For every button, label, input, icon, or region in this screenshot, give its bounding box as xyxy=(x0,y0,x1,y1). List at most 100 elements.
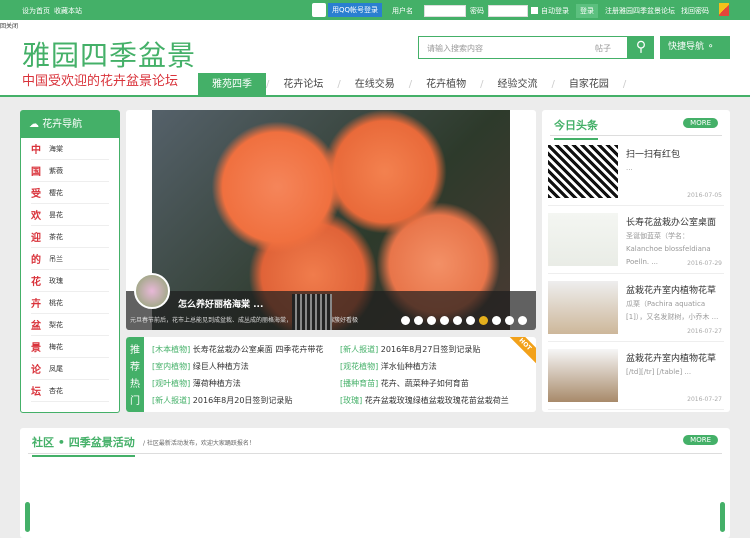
recommend-category[interactable]: [播种育苗] xyxy=(340,379,378,388)
nav-tab-forum[interactable]: 花卉论坛 xyxy=(269,73,337,96)
flower-link[interactable]: 凤尾 xyxy=(49,364,63,374)
nav-tab-plants[interactable]: 花卉植物 xyxy=(412,73,480,96)
password-input[interactable] xyxy=(488,5,528,17)
flower-link[interactable]: 樱花 xyxy=(49,188,63,198)
flower-link[interactable]: 梨花 xyxy=(49,320,63,330)
headlines-more-button[interactable]: MORE xyxy=(683,118,718,128)
flower-link[interactable]: 玫瑰 xyxy=(49,276,63,286)
recommend-category[interactable]: [室内植物] xyxy=(152,362,190,371)
auto-login-checkbox[interactable] xyxy=(531,7,538,14)
recommend-category[interactable]: [新人报道] xyxy=(340,345,378,354)
headline-item[interactable]: 扫一扫有红包... 2016-07-05 xyxy=(548,138,724,206)
flower-link[interactable]: 梅花 xyxy=(49,342,63,352)
slider-dot[interactable] xyxy=(479,316,488,325)
nav-tab-garden[interactable]: 自家花园 xyxy=(555,73,623,96)
close-link[interactable]: 回关闭 xyxy=(0,21,18,30)
slider-dot[interactable] xyxy=(466,316,475,325)
flower-nav-item[interactable]: 坛杏花 xyxy=(31,380,109,402)
headline-thumbnail[interactable] xyxy=(548,145,618,198)
recommend-item[interactable]: [室内植物] 绿巨人种植方法 xyxy=(152,361,249,372)
community-more-button[interactable]: MORE xyxy=(683,435,718,445)
username-input[interactable] xyxy=(424,5,466,17)
headline-thumbnail[interactable] xyxy=(548,213,618,266)
flower-link[interactable]: 昙花 xyxy=(49,210,63,220)
slider-dot[interactable] xyxy=(492,316,501,325)
register-link[interactable]: 注册雅园四季盆景论坛 xyxy=(605,6,675,16)
recommend-category[interactable]: [观叶植物] xyxy=(152,379,190,388)
login-button[interactable]: 登录 xyxy=(576,4,598,18)
flower-nav-item[interactable]: 花玫瑰 xyxy=(31,270,109,292)
flower-link[interactable]: 紫薇 xyxy=(49,166,63,176)
recommend-item[interactable]: [播种育苗] 花卉、蔬菜种子如何育苗 xyxy=(340,378,469,389)
recommend-title[interactable]: 2016年8月27日签到记录贴 xyxy=(381,345,481,354)
app-icon[interactable] xyxy=(719,3,729,16)
recommend-item[interactable]: [新人报道] 2016年8月27日签到记录贴 xyxy=(340,344,480,355)
flower-link[interactable]: 杏花 xyxy=(49,386,63,396)
recommend-item[interactable]: [观叶植物] 薄荷种植方法 xyxy=(152,378,241,389)
recommend-item[interactable]: [新人报道] 2016年8月20日签到记录贴 xyxy=(152,395,292,406)
flower-nav-item[interactable]: 卉桃花 xyxy=(31,292,109,314)
slider-dot[interactable] xyxy=(518,316,527,325)
flower-nav-item[interactable]: 迎茶花 xyxy=(31,226,109,248)
headline-thumbnail[interactable] xyxy=(548,281,618,334)
recommend-title[interactable]: 长寿花盆栽办公室桌面 四季花卉带花 xyxy=(193,345,324,354)
search-input[interactable]: 请输入搜索内容 帖子 xyxy=(418,36,628,59)
quick-nav-button[interactable]: 快捷导航 ⚬ xyxy=(660,36,730,59)
slide-title[interactable]: 怎么养好丽格海棠 ... xyxy=(178,297,263,310)
carousel-next-button[interactable] xyxy=(720,502,725,532)
recommend-title[interactable]: 薄荷种植方法 xyxy=(193,379,241,388)
qq-login-button[interactable]: 用QQ帐号登录 xyxy=(328,3,383,17)
recommend-item[interactable]: [观花植物] 洋水仙种植方法 xyxy=(340,361,437,372)
headline-item[interactable]: 盆栽花卉室内植物花草 瓜栗（Pachira aquatica [1]），又名发财树… xyxy=(548,274,724,342)
recommend-item[interactable]: [木本植物] 长寿花盆栽办公室桌面 四季花卉带花 xyxy=(152,344,323,355)
carousel-prev-button[interactable] xyxy=(25,502,30,532)
flower-nav-item[interactable]: 国紫薇 xyxy=(31,160,109,182)
headline-title[interactable]: 盆栽花卉室内植物花草 xyxy=(626,351,716,364)
recommend-title[interactable]: 洋水仙种植方法 xyxy=(381,362,437,371)
recommend-category[interactable]: [玫瑰] xyxy=(340,396,362,405)
recommend-category[interactable]: [木本植物] xyxy=(152,345,190,354)
headline-title[interactable]: 长寿花盆栽办公室桌面 xyxy=(626,215,716,228)
flower-link[interactable]: 海棠 xyxy=(49,144,63,154)
slider-dot[interactable] xyxy=(427,316,436,325)
flower-nav-item[interactable]: 盆梨花 xyxy=(31,314,109,336)
nav-tab-experience[interactable]: 经验交流 xyxy=(484,73,552,96)
community-title[interactable]: 社区 • 四季盆景活动 xyxy=(32,434,135,457)
slider-dot[interactable] xyxy=(505,316,514,325)
search-button[interactable]: ⚲ xyxy=(628,36,654,59)
headline-item[interactable]: 盆栽花卉室内植物花草 [/td][/tr] [/table] ... 2016-07… xyxy=(548,342,724,410)
slider-dot[interactable] xyxy=(414,316,423,325)
recommend-category[interactable]: [新人报道] xyxy=(152,396,190,405)
recommend-title[interactable]: 2016年8月20日签到记录贴 xyxy=(193,396,293,405)
nav-tab-trade[interactable]: 在线交易 xyxy=(341,73,409,96)
flower-link[interactable]: 茶花 xyxy=(49,232,63,242)
flower-nav-item[interactable]: 受樱花 xyxy=(31,182,109,204)
flower-link[interactable]: 吊兰 xyxy=(49,254,63,264)
flower-nav-item[interactable]: 欢昙花 xyxy=(31,204,109,226)
nav-tab-home[interactable]: 雅苑四季 xyxy=(198,73,266,96)
slider-dot[interactable] xyxy=(453,316,462,325)
recommend-title[interactable]: 花卉、蔬菜种子如何育苗 xyxy=(381,379,469,388)
headline-thumbnail[interactable] xyxy=(548,349,618,402)
headline-title[interactable]: 盆栽花卉室内植物花草 xyxy=(626,283,716,296)
recommend-category[interactable]: [观花植物] xyxy=(340,362,378,371)
set-home-link[interactable]: 设为首页 xyxy=(22,6,50,16)
site-logo[interactable]: 雅园四季盆景 xyxy=(22,34,196,74)
image-slider[interactable]: 怎么养好丽格海棠 ... 元旦春节前后，花市上总能见到成盆栽、成丛成的丽格海棠，… xyxy=(126,110,536,330)
flower-nav-item[interactable]: 景梅花 xyxy=(31,336,109,358)
slider-dot[interactable] xyxy=(401,316,410,325)
recommend-title[interactable]: 花卉盆栽玫瑰绿植盆栽玫瑰花苗盆栽荷兰 xyxy=(365,396,509,405)
recommend-title[interactable]: 绿巨人种植方法 xyxy=(193,362,249,371)
headline-title[interactable]: 扫一扫有红包 xyxy=(626,147,680,160)
slider-dot[interactable] xyxy=(440,316,449,325)
search-type-select[interactable]: 帖子 xyxy=(595,43,611,54)
headline-item[interactable]: 长寿花盆栽办公室桌面 圣诞伽蓝菜（学名：Kalanchoe blossfeldia… xyxy=(548,206,724,274)
flower-nav-item[interactable]: 的吊兰 xyxy=(31,248,109,270)
recommend-item[interactable]: [玫瑰] 花卉盆栽玫瑰绿植盆栽玫瑰花苗盆栽荷兰 xyxy=(340,395,509,406)
forgot-password-link[interactable]: 找回密码 xyxy=(681,6,709,16)
flower-link[interactable]: 桃花 xyxy=(49,298,63,308)
flower-nav-item[interactable]: 中海棠 xyxy=(31,138,109,160)
slogan-char: 花 xyxy=(31,277,41,288)
bookmark-link[interactable]: 收藏本站 xyxy=(54,6,82,16)
flower-nav-item[interactable]: 论凤尾 xyxy=(31,358,109,380)
